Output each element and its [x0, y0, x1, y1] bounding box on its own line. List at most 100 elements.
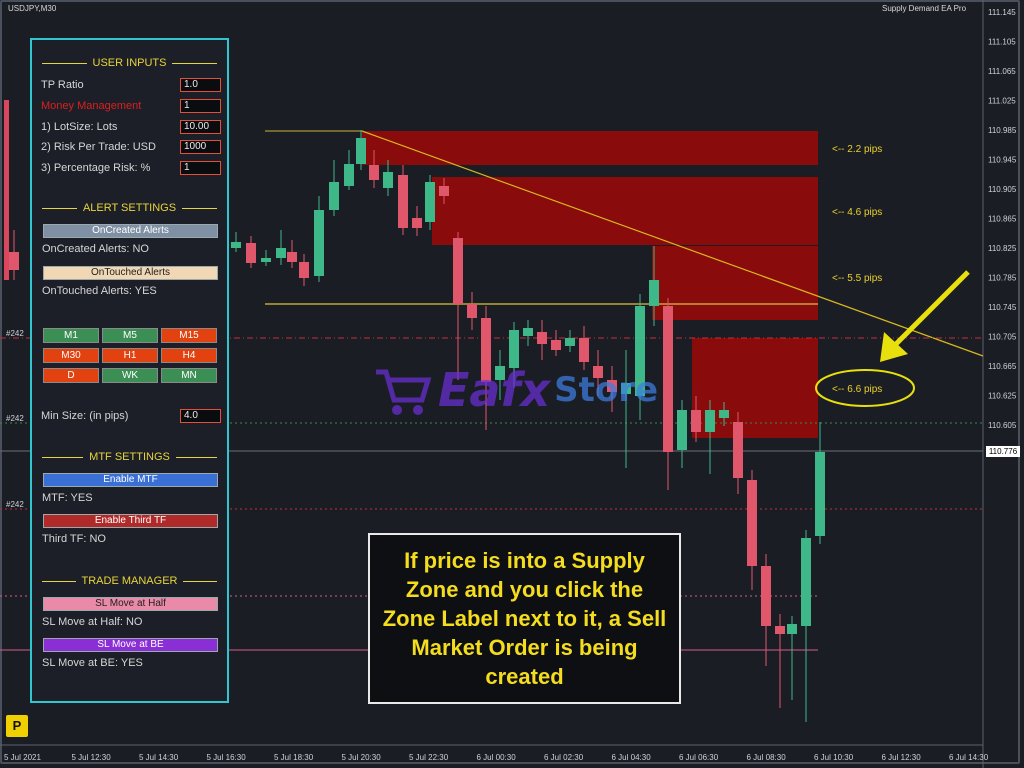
tp-ratio-row: TP Ratio 1.0 [41, 77, 221, 93]
price-axis-label: 110.625 [988, 392, 1017, 401]
on-created-alerts-button[interactable]: OnCreated Alerts [43, 224, 218, 238]
time-axis: 5 Jul 2021 5 Jul 12:30 5 Jul 14:30 5 Jul 16… [4, 753, 989, 762]
tf-d-button[interactable]: D [43, 368, 99, 383]
settings-panel: USER INPUTS TP Ratio 1.0 Money Managemen… [30, 38, 229, 703]
candle-body [775, 626, 785, 634]
candle-body [467, 304, 477, 318]
explanation-callout: If price is into a Supply Zone and you c… [368, 533, 681, 704]
money-management-input[interactable]: 1 [180, 99, 221, 113]
tf-m30-button[interactable]: M30 [43, 348, 99, 363]
candle-body [787, 624, 797, 634]
money-management-label: Money Management [41, 100, 142, 112]
min-size-input[interactable]: 4.0 [180, 409, 221, 423]
candle-body [398, 175, 408, 228]
watermark-logo: Eafx Store [370, 362, 658, 418]
lot-size-label: 1) LotSize: Lots [41, 121, 118, 133]
candle-body [551, 340, 561, 350]
tf-h4-button[interactable]: H4 [161, 348, 217, 363]
candle-body [537, 332, 547, 344]
time-axis-label: 6 Jul 06:30 [679, 753, 719, 762]
candle-body [691, 410, 701, 432]
candle-body [383, 172, 393, 188]
risk-per-trade-label: 2) Risk Per Trade: USD [41, 141, 156, 153]
price-axis-label: 110.905 [988, 185, 1017, 194]
time-axis-label: 5 Jul 14:30 [139, 753, 179, 762]
enable-mtf-button[interactable]: Enable MTF [43, 473, 218, 487]
symbol-label: USDJPY,M30 [8, 4, 57, 13]
tp-ratio-input[interactable]: 1.0 [180, 78, 221, 92]
tp-ratio-label: TP Ratio [41, 79, 84, 91]
p-badge-icon[interactable]: P [6, 715, 28, 737]
sl-move-be-button[interactable]: SL Move at BE [43, 638, 218, 652]
on-touched-alerts-button[interactable]: OnTouched Alerts [43, 266, 218, 280]
ea-name-label: Supply Demand EA Pro [882, 4, 967, 13]
lot-size-input[interactable]: 10.00 [180, 120, 221, 134]
percentage-risk-input[interactable]: 1 [180, 161, 221, 175]
time-axis-label: 5 Jul 16:30 [207, 753, 247, 762]
on-created-status: OnCreated Alerts: NO [42, 243, 149, 255]
price-axis-label: 110.665 [988, 362, 1017, 371]
candle-body [801, 538, 811, 626]
candle-body [579, 338, 589, 362]
lot-size-row: 1) LotSize: Lots 10.00 [41, 119, 221, 135]
tf-m15-button[interactable]: M15 [161, 328, 217, 343]
zone-label-4[interactable]: <-- 6.6 pips [832, 384, 882, 395]
tf-h1-button[interactable]: H1 [102, 348, 158, 363]
candle-body [287, 252, 297, 262]
on-touched-status: OnTouched Alerts: YES [42, 285, 157, 297]
price-axis-label: 110.785 [988, 274, 1017, 283]
zone-label-1[interactable]: <-- 2.2 pips [832, 144, 882, 155]
enable-third-tf-button[interactable]: Enable Third TF [43, 514, 218, 528]
candle-body [276, 248, 286, 258]
row-label: #242 [6, 500, 24, 509]
candle-body [356, 138, 366, 164]
min-size-label: Min Size: (in pips) [41, 410, 129, 422]
row-label: #242 [6, 414, 24, 423]
supply-zone-1[interactable] [362, 131, 818, 165]
price-axis-label: 110.605 [988, 421, 1017, 430]
candle-body [425, 182, 435, 222]
time-axis-label: 6 Jul 10:30 [814, 753, 854, 762]
trade-manager-header: TRADE MANAGER [42, 574, 217, 588]
candle-body [733, 422, 743, 478]
price-axis-label: 111.105 [988, 38, 1016, 47]
zone-label-2[interactable]: <-- 4.6 pips [832, 207, 882, 218]
tf-m5-button[interactable]: M5 [102, 328, 158, 343]
risk-per-trade-input[interactable]: 1000 [180, 140, 221, 154]
tf-m1-button[interactable]: M1 [43, 328, 99, 343]
candle-body [747, 480, 757, 566]
cart-icon [376, 369, 432, 415]
candle-body [565, 338, 575, 346]
candle-body [299, 262, 309, 278]
third-tf-status: Third TF: NO [42, 533, 106, 545]
price-axis-label: 111.065 [988, 67, 1016, 76]
candle-body [705, 410, 715, 432]
mtf-status: MTF: YES [42, 492, 93, 504]
candle-body [231, 242, 241, 248]
time-axis-label: 5 Jul 20:30 [342, 753, 382, 762]
supply-zone-3[interactable] [652, 246, 818, 320]
tf-wk-button[interactable]: WK [102, 368, 158, 383]
percentage-risk-label: 3) Percentage Risk: % [41, 162, 151, 174]
percentage-risk-row: 3) Percentage Risk: % 1 [41, 160, 221, 176]
price-axis-label: 110.985 [988, 126, 1017, 135]
pointer-arrow-icon [880, 270, 970, 362]
time-axis-label: 6 Jul 12:30 [882, 753, 922, 762]
time-axis-label: 6 Jul 00:30 [477, 753, 517, 762]
watermark-brand: Eafx [438, 363, 551, 417]
zone-label-3[interactable]: <-- 5.5 pips [832, 273, 882, 284]
price-axis-label: 110.865 [988, 215, 1017, 224]
time-axis-label: 5 Jul 2021 [4, 753, 41, 762]
tf-mn-button[interactable]: MN [161, 368, 217, 383]
time-axis-label: 6 Jul 08:30 [747, 753, 787, 762]
candle-body [412, 218, 422, 228]
candle-body [314, 210, 324, 276]
sl-move-half-button[interactable]: SL Move at Half [43, 597, 218, 611]
candle-body [761, 566, 771, 626]
watermark-brand-suffix: Store [554, 370, 659, 410]
edge-marker [4, 100, 9, 280]
time-axis-label: 6 Jul 14:30 [949, 753, 989, 762]
user-inputs-header: USER INPUTS [42, 56, 217, 70]
supply-zone-2[interactable] [432, 177, 818, 245]
candle-body [369, 165, 379, 180]
